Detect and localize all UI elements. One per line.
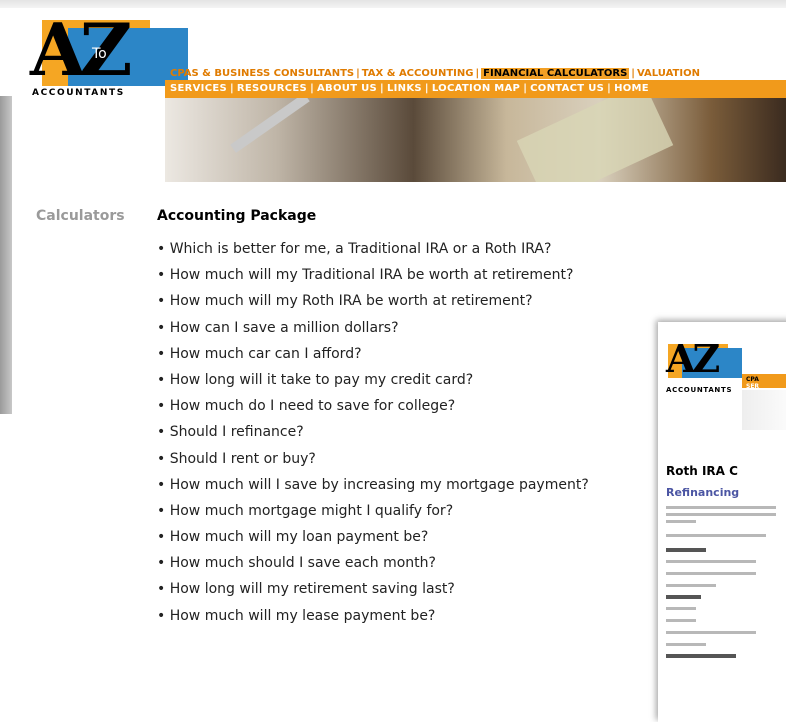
page-title: Accounting Package xyxy=(157,208,317,224)
pen-illustration xyxy=(230,98,310,153)
preview-title: Roth IRA C xyxy=(666,464,738,478)
preview-bold-line xyxy=(666,654,736,658)
calculator-link[interactable]: • Should I rent or buy? xyxy=(157,446,589,472)
calculator-link[interactable]: • How long will my retirement saving las… xyxy=(157,576,589,602)
preview-logo-mark: AZ xyxy=(666,336,720,381)
calculator-list: • Which is better for me, a Traditional … xyxy=(157,236,589,629)
calculator-link[interactable]: • Which is better for me, a Traditional … xyxy=(157,236,589,262)
calculator-link[interactable]: • How much should I save each month? xyxy=(157,550,589,576)
preview-text-line xyxy=(666,607,696,610)
nav-separator: | xyxy=(475,68,480,79)
preview-logo-wordmark: ACCOUNTANTS xyxy=(666,386,733,394)
secondary-nav: SERVICES | RESOURCES | ABOUT US | LINKS | LOCATI… xyxy=(170,83,649,94)
calculator-link[interactable]: • How much car can I afford? xyxy=(157,341,589,367)
preview-text-line xyxy=(666,619,696,622)
preview-text-line xyxy=(666,643,706,646)
preview-text-line xyxy=(666,584,716,587)
calculator-link[interactable]: • How much will I save by increasing my … xyxy=(157,472,589,498)
preview-nav-top: CPA xyxy=(746,376,759,383)
calculator-link[interactable]: • Should I refinance? xyxy=(157,419,589,445)
calculator-link[interactable]: • How can I save a million dollars? xyxy=(157,315,589,341)
calculator-link[interactable]: • How much mortgage might I qualify for? xyxy=(157,498,589,524)
preview-text-line xyxy=(666,631,756,634)
section-side-label: Calculators xyxy=(36,208,125,224)
calculator-link[interactable]: • How much do I need to save for college… xyxy=(157,393,589,419)
nav-separator: | xyxy=(523,83,528,94)
nav-separator: | xyxy=(380,83,384,94)
nav-link-resources[interactable]: RESOURCES xyxy=(237,83,307,94)
nav-separator: | xyxy=(310,83,315,94)
preview-banner xyxy=(742,390,786,430)
nav-separator: | xyxy=(631,68,635,79)
nav-link-cpas[interactable]: CPAS & BUSINESS CONSULTANTS xyxy=(170,68,354,79)
nav-link-services[interactable]: SERVICES xyxy=(170,83,227,94)
preview-bold-line xyxy=(666,548,706,552)
nav-link-financial-calculators[interactable]: FINANCIAL CALCULATORS xyxy=(481,68,630,79)
nav-link-home[interactable]: HOME xyxy=(614,83,649,94)
logo-az-mark: AZ xyxy=(30,7,132,92)
nav-link-tax[interactable]: TAX & ACCOUNTING xyxy=(362,68,474,79)
calculator-link[interactable]: • How much will my Roth IRA be worth at … xyxy=(157,288,589,314)
header-banner-image xyxy=(165,98,786,182)
nav-separator: | xyxy=(424,83,429,94)
preview-text-line xyxy=(666,520,696,523)
logo-to-text: To xyxy=(92,46,107,62)
nav-separator: | xyxy=(607,83,612,94)
left-gray-bar xyxy=(0,96,12,414)
site-logo[interactable]: AZ To ACCOUNTANTS xyxy=(30,14,188,102)
preview-bold-line xyxy=(666,595,701,599)
nav-separator: | xyxy=(229,83,234,94)
calculator-link[interactable]: • How much will my lease payment be? xyxy=(157,603,589,629)
nav-link-links[interactable]: LINKS xyxy=(387,83,422,94)
preview-text-line xyxy=(666,513,776,516)
nav-link-contact-us[interactable]: CONTACT US xyxy=(530,83,604,94)
calculator-preview-thumbnail[interactable]: AZ ACCOUNTANTS CPA SER Roth IRA C Refina… xyxy=(658,322,786,722)
nav-link-valuation[interactable]: VALUATION xyxy=(637,68,700,79)
nav-link-location-map[interactable]: LOCATION MAP xyxy=(432,83,520,94)
logo-wordmark: ACCOUNTANTS xyxy=(32,88,125,98)
preview-text-line xyxy=(666,534,766,537)
preview-nav-bottom: SER xyxy=(746,383,760,390)
preview-text-line xyxy=(666,560,756,563)
top-nav: CPAS & BUSINESS CONSULTANTS | TAX & ACCOUN… xyxy=(170,68,700,79)
calculator-link[interactable]: • How much will my Traditional IRA be wo… xyxy=(157,262,589,288)
preview-text-line xyxy=(666,506,776,509)
nav-link-about-us[interactable]: ABOUT US xyxy=(317,83,377,94)
preview-subtitle: Refinancing xyxy=(666,486,740,499)
nav-separator: | xyxy=(356,68,360,79)
preview-text-line xyxy=(666,572,756,575)
calculator-link[interactable]: • How much will my loan payment be? xyxy=(157,524,589,550)
calculator-link[interactable]: • How long will it take to pay my credit… xyxy=(157,367,589,393)
money-illustration xyxy=(516,98,674,182)
